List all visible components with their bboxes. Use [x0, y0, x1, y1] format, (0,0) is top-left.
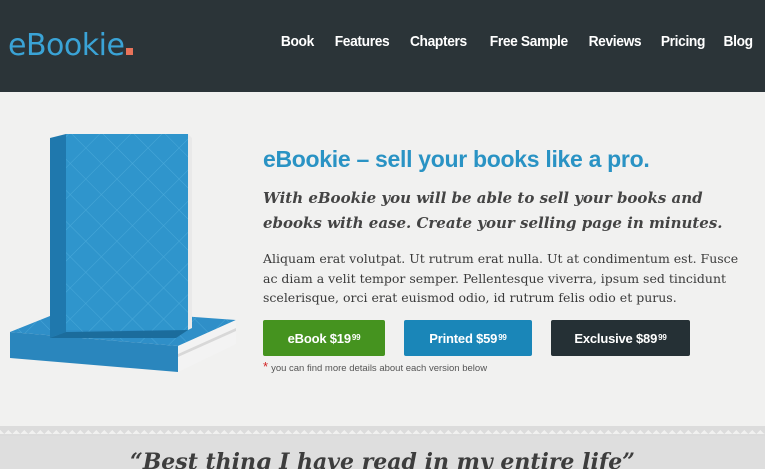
pricing-note-text: you can find more details about each ver…	[271, 363, 488, 374]
pricing-note: * you can find more details about each ve…	[263, 359, 487, 374]
hero-body: Aliquam erat volutpat. Ut rutrum erat nu…	[263, 251, 739, 305]
hero-lead: With eBookie you will be able to sell yo…	[263, 189, 723, 232]
site-header: eBookie Book Features Chapters Free Samp…	[0, 0, 765, 92]
buy-printed-cents: 99	[498, 332, 507, 342]
nav-item-pricing[interactable]: Pricing	[661, 33, 706, 50]
nav-item-chapters[interactable]: Chapters	[410, 33, 467, 50]
testimonial-quote: “Best thing I have read in my entire lif…	[130, 449, 635, 469]
logo-dot-icon	[126, 48, 134, 55]
hero-headline: eBookie – sell your books like a pro.	[263, 146, 650, 172]
brand-logo[interactable]: eBookie	[8, 28, 134, 64]
asterisk: *	[263, 359, 269, 374]
buy-ebook-cents: 99	[351, 332, 361, 342]
nav-item-reviews[interactable]: Reviews	[589, 33, 642, 50]
blue-book-icon	[10, 134, 236, 372]
buy-printed-button[interactable]: Printed $59 99	[404, 320, 532, 356]
testimonial-zigzag-edge	[0, 426, 765, 436]
buy-ebook-label: eBook $19	[287, 330, 351, 346]
nav-item-blog[interactable]: Blog	[724, 33, 754, 50]
buy-printed-label: Printed $59	[429, 330, 498, 346]
buy-exclusive-button[interactable]: Exclusive $89 99	[551, 320, 690, 356]
nav-item-book[interactable]: Book	[281, 33, 314, 50]
nav-item-free-sample[interactable]: Free Sample	[490, 33, 568, 50]
buy-exclusive-label: Exclusive $89	[574, 330, 658, 346]
buy-exclusive-cents: 99	[658, 332, 667, 342]
nav-item-features[interactable]: Features	[335, 33, 390, 50]
main-nav: Book Features Chapters Free Sample Revie…	[278, 33, 753, 50]
brand-name: eBookie	[8, 28, 125, 63]
buy-ebook-button[interactable]: eBook $19 99	[263, 320, 385, 356]
